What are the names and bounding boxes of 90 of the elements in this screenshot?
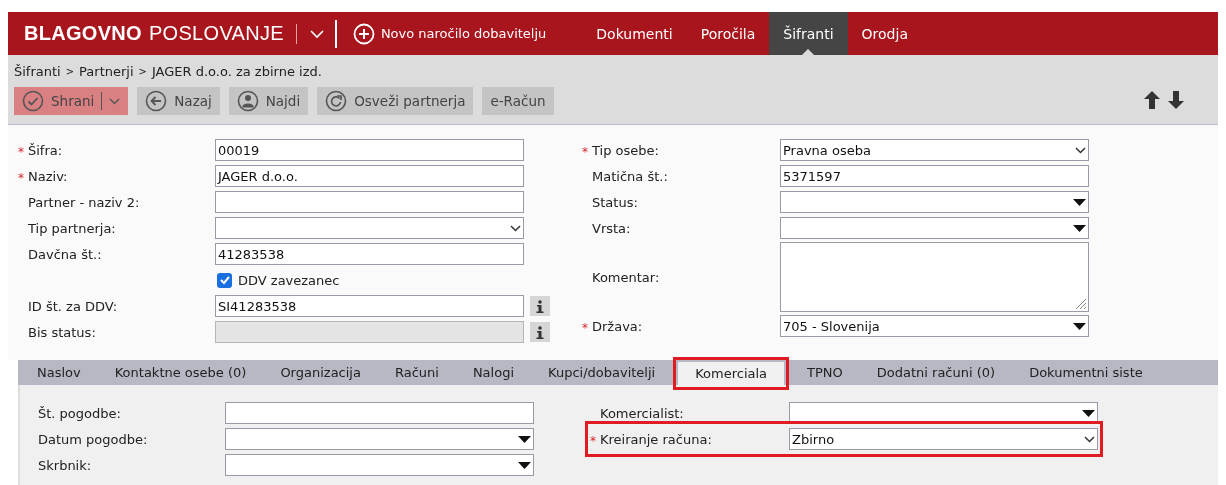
info-button[interactable] bbox=[530, 296, 550, 316]
dropdown-field[interactable] bbox=[780, 217, 1089, 239]
triangle-down-icon bbox=[1082, 409, 1095, 417]
field-label: Št. pogodbe: bbox=[38, 405, 121, 421]
input-field[interactable]: 00019 bbox=[215, 139, 524, 161]
tab[interactable]: Naslov bbox=[20, 360, 98, 385]
field-label: Naziv: bbox=[28, 168, 68, 184]
dropdown-field[interactable] bbox=[789, 402, 1098, 424]
field-label: Datum pogodbe: bbox=[38, 431, 148, 447]
e-invoice-button[interactable]: e-Račun bbox=[482, 87, 554, 115]
breadcrumb-separator: > bbox=[65, 65, 75, 77]
person-icon bbox=[236, 90, 259, 112]
field-label: Status: bbox=[592, 194, 638, 210]
select-field[interactable]: Pravna oseba bbox=[780, 139, 1089, 161]
input-field[interactable] bbox=[215, 191, 524, 213]
brand-title: BLAGOVNO bbox=[24, 22, 142, 45]
field-label: Kreiranje računa: bbox=[600, 431, 712, 447]
field-label: ID št. za DDV: bbox=[28, 298, 118, 314]
tab[interactable]: Kupci/dobavitelji bbox=[531, 360, 673, 385]
triangle-down-icon bbox=[1073, 198, 1086, 206]
field-label: Tip osebe: bbox=[592, 142, 659, 158]
required-mark: * bbox=[18, 144, 25, 159]
required-mark: * bbox=[590, 433, 597, 448]
find-button[interactable]: Najdi bbox=[228, 87, 309, 115]
tab[interactable]: Dokumentni siste bbox=[1012, 360, 1160, 385]
field-label: Država: bbox=[592, 318, 643, 334]
menu-item[interactable]: Dokumenti bbox=[582, 12, 687, 55]
menu-item[interactable]: Orodja bbox=[847, 12, 922, 55]
check-circle-icon bbox=[22, 90, 44, 112]
dropdown-field[interactable] bbox=[225, 454, 534, 476]
info-icon bbox=[534, 298, 546, 314]
field-label: Komentar: bbox=[592, 269, 660, 285]
checkbox[interactable] bbox=[217, 272, 232, 288]
dropdown-field[interactable] bbox=[225, 428, 534, 450]
breadcrumb-separator: > bbox=[138, 65, 147, 77]
tab[interactable]: TPNO bbox=[790, 360, 860, 385]
required-mark: * bbox=[18, 170, 25, 185]
field-label: Davčna št.: bbox=[28, 246, 102, 262]
field-label: Vrsta: bbox=[592, 220, 631, 236]
input-field[interactable] bbox=[225, 402, 534, 424]
menu-item[interactable]: Šifranti bbox=[769, 12, 848, 55]
triangle-down-icon bbox=[1073, 224, 1086, 232]
field-label: Skrbnik: bbox=[38, 457, 92, 473]
triangle-down-icon bbox=[518, 461, 531, 469]
field-label: Bis status: bbox=[28, 324, 96, 340]
info-icon bbox=[534, 324, 546, 340]
checkmark-icon bbox=[218, 274, 231, 286]
required-mark: * bbox=[582, 144, 589, 159]
breadcrumb-link[interactable]: Partnerji bbox=[79, 63, 134, 79]
refresh-icon bbox=[325, 90, 348, 112]
caret-icon bbox=[109, 96, 121, 106]
tab[interactable]: Nalogi bbox=[455, 360, 531, 385]
chevron-icon bbox=[510, 223, 521, 233]
input-field[interactable]: 41283538 bbox=[215, 243, 524, 265]
required-mark: * bbox=[582, 320, 589, 335]
checkbox-label: DDV zavezanec bbox=[238, 272, 340, 288]
tab[interactable]: Računi bbox=[377, 360, 456, 385]
select-field[interactable] bbox=[215, 217, 524, 239]
comment-field[interactable] bbox=[780, 242, 1089, 312]
field-label: Komercialist: bbox=[600, 405, 684, 421]
tab[interactable]: Organizacija bbox=[263, 360, 378, 385]
menu-item[interactable]: Poročila bbox=[686, 12, 770, 55]
brand-subtitle: POSLOVANJE bbox=[148, 22, 284, 45]
new-order-button[interactable]: Novo naročilo dobavitelju bbox=[344, 12, 555, 55]
dropdown-field[interactable]: 705 - Slovenija bbox=[780, 315, 1089, 337]
tab[interactable]: Dodatni računi (0) bbox=[859, 360, 1013, 385]
field-label: Partner - naziv 2: bbox=[28, 194, 140, 210]
down-arrow-icon bbox=[1168, 90, 1184, 109]
plus-circle-icon bbox=[352, 22, 375, 45]
breadcrumb-link[interactable]: Šifranti bbox=[14, 63, 61, 79]
up-arrow-icon bbox=[1144, 90, 1160, 109]
dropdown-field[interactable] bbox=[780, 191, 1089, 213]
up-arrow-button[interactable] bbox=[1144, 90, 1160, 112]
field-label: Tip partnerja: bbox=[28, 220, 116, 236]
select-field[interactable]: Zbirno bbox=[789, 428, 1098, 450]
triangle-down-icon bbox=[1073, 322, 1086, 330]
input-field[interactable]: SI41283538 bbox=[215, 295, 524, 317]
chevron-icon bbox=[1075, 145, 1086, 155]
field-label: Šifra: bbox=[28, 142, 63, 158]
input-field[interactable]: 5371597 bbox=[780, 165, 1089, 187]
field-label: Matična št.: bbox=[592, 168, 668, 184]
down-arrow-button[interactable] bbox=[1168, 90, 1184, 112]
chevron-icon bbox=[1084, 434, 1095, 444]
resize-grip-icon bbox=[1073, 296, 1087, 310]
input-field[interactable]: JAGER d.o.o. bbox=[215, 165, 524, 187]
breadcrumb-link[interactable]: JAGER d.o.o. za zbirne izd. bbox=[151, 63, 322, 79]
back-button[interactable]: Nazaj bbox=[137, 87, 220, 115]
refresh-button[interactable]: Osveži partnerja bbox=[317, 87, 474, 115]
triangle-down-icon bbox=[518, 435, 531, 443]
tab[interactable]: Kontaktne osebe (0) bbox=[97, 360, 264, 385]
